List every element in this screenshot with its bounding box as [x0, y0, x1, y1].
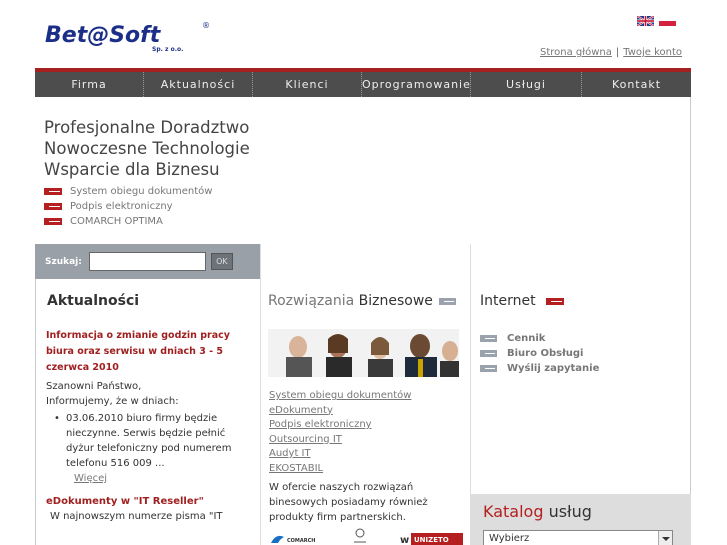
news-intro: Informujemy, że w dniach: [46, 396, 179, 407]
news-headline[interactable]: Informacja o zmianie godzin pracy biura … [46, 328, 256, 376]
news-greeting: Szanowni Państwo, [46, 381, 142, 392]
nav-item-firma[interactable]: Firma [35, 72, 144, 97]
solutions-links: System obiegu dokumentów eDokumenty Podp… [269, 389, 411, 476]
solution-link[interactable]: eDokumenty [269, 404, 411, 419]
news-bullets: 03.06.2010 biuro firmy będzie nieczynne.… [46, 411, 256, 471]
solution-link[interactable]: Audyt IT [269, 447, 411, 462]
internet-title-label: Internet [480, 293, 536, 309]
news-headline[interactable]: eDokumenty w "IT Reseller" [46, 496, 256, 507]
language-switcher [637, 16, 676, 26]
catalog-title-accent: Katalog [483, 502, 544, 521]
internet-link-label: Biuro Obsługi [507, 348, 584, 359]
solutions-title: Rozwiązania Biznesowe [268, 293, 457, 309]
internet-link-inquiry[interactable]: Wyślij zapytanie [480, 361, 599, 376]
column-divider [260, 244, 261, 545]
search-input[interactable] [88, 252, 206, 271]
more-link[interactable]: Więcej [74, 471, 256, 486]
company-logo[interactable]: Bet@Soft ® Sp. z o.o. [44, 18, 219, 64]
catalog-title: Katalog usług [483, 502, 592, 521]
home-link[interactable]: Strona główna [540, 47, 612, 58]
hero-link-label: System obiegu dokumentów [70, 186, 213, 197]
arrow-right-icon [439, 298, 457, 305]
arrow-right-icon [480, 365, 497, 372]
svg-text:w: w [400, 535, 409, 545]
comarch-logo-text: COMARCH [287, 538, 315, 544]
catalog-select[interactable]: Wybierz [483, 530, 673, 545]
nav-item-klienci[interactable]: Klienci [253, 72, 362, 97]
hero-link-signature[interactable]: Podpis elektroniczny [44, 199, 212, 214]
news-list: Informacja o zmianie godzin pracy biura … [46, 328, 256, 522]
main-nav: Firma Aktualności Klienci Oprogramowanie… [35, 68, 691, 97]
nav-item-kontakt[interactable]: Kontakt [582, 72, 691, 97]
partner-logos: COMARCH w UNIZETO [268, 527, 468, 545]
logo-wordmark: Bet@Soft [45, 23, 162, 48]
account-link[interactable]: Twoje konto [623, 47, 682, 58]
news-bullet: 03.06.2010 biuro firmy będzie nieczynne.… [54, 411, 256, 471]
unizeto-logo-text: UNIZETO [414, 536, 449, 544]
hero-link-label: COMARCH OPTIMA [70, 216, 163, 227]
hero-links: System obiegu dokumentów Podpis elektron… [44, 184, 212, 229]
search-bar: Szukaj: OK [35, 244, 260, 279]
registered-mark: ® [202, 21, 210, 30]
hero-banner [260, 97, 690, 244]
comarch-logo-icon [271, 535, 284, 543]
pl-flag-icon[interactable] [659, 16, 676, 26]
solution-link[interactable]: Podpis elektroniczny [269, 418, 411, 433]
arrow-right-icon [44, 188, 62, 195]
arrow-right-icon [546, 298, 565, 305]
hero-title-line: Nowoczesne Technologie [44, 139, 250, 158]
internet-link-pricing[interactable]: Cennik [480, 331, 599, 346]
nav-item-uslugi[interactable]: Usługi [471, 72, 582, 97]
service-catalog: Katalog usług Wybierz [471, 494, 691, 545]
top-links: Strona główna | Twoje konto [540, 47, 682, 58]
catalog-title-rest: usług [548, 502, 592, 521]
arrow-right-icon [480, 350, 497, 357]
top-links-separator: | [615, 47, 620, 58]
solution-link[interactable]: Outsourcing IT [269, 433, 411, 448]
hero-title-line: Profesjonalne Doradztwo [44, 118, 250, 137]
chevron-down-icon [658, 531, 672, 545]
news-title: Aktualności [47, 293, 140, 309]
hero-title: Profesjonalne Doradztwo Nowoczesne Techn… [44, 117, 250, 180]
hero-title-line: Wsparcie dla Biznesu [44, 160, 220, 179]
solutions-description: W ofercie naszych rozwiązań binesowych p… [269, 482, 428, 523]
internet-link-office[interactable]: Biuro Obsługi [480, 346, 599, 361]
uk-flag-icon[interactable] [637, 16, 654, 26]
solutions-title-light: Rozwiązania [268, 293, 355, 309]
nav-item-oprogramowanie[interactable]: Oprogramowanie [362, 72, 471, 97]
hero-link-optima[interactable]: COMARCH OPTIMA [44, 214, 212, 229]
solution-link[interactable]: System obiegu dokumentów [269, 389, 411, 404]
solutions-title-bold: Biznesowe [358, 293, 433, 309]
internet-link-label: Wyślij zapytanie [507, 363, 600, 374]
arrow-right-icon [44, 218, 62, 225]
search-button[interactable]: OK [210, 253, 233, 270]
internet-link-label: Cennik [507, 333, 546, 344]
logo-subtitle: Sp. z o.o. [152, 46, 183, 53]
news-snippet: W najnowszym numerze pisma "IT [50, 511, 223, 522]
arrow-right-icon [44, 203, 62, 210]
internet-title: Internet [480, 293, 565, 309]
hero-link-dms[interactable]: System obiegu dokumentów [44, 184, 212, 199]
solution-link[interactable]: EKOSTABIL [269, 462, 411, 477]
arrow-right-icon [480, 335, 497, 342]
nav-item-aktualnosci[interactable]: Aktualności [144, 72, 253, 97]
partner-logo-icon [355, 528, 365, 538]
business-team-photo [268, 329, 459, 377]
catalog-select-value: Wybierz [489, 533, 530, 544]
search-label: Szukaj: [45, 256, 82, 267]
internet-links: Cennik Biuro Obsługi Wyślij zapytanie [480, 331, 599, 376]
hero-link-label: Podpis elektroniczny [70, 201, 173, 212]
